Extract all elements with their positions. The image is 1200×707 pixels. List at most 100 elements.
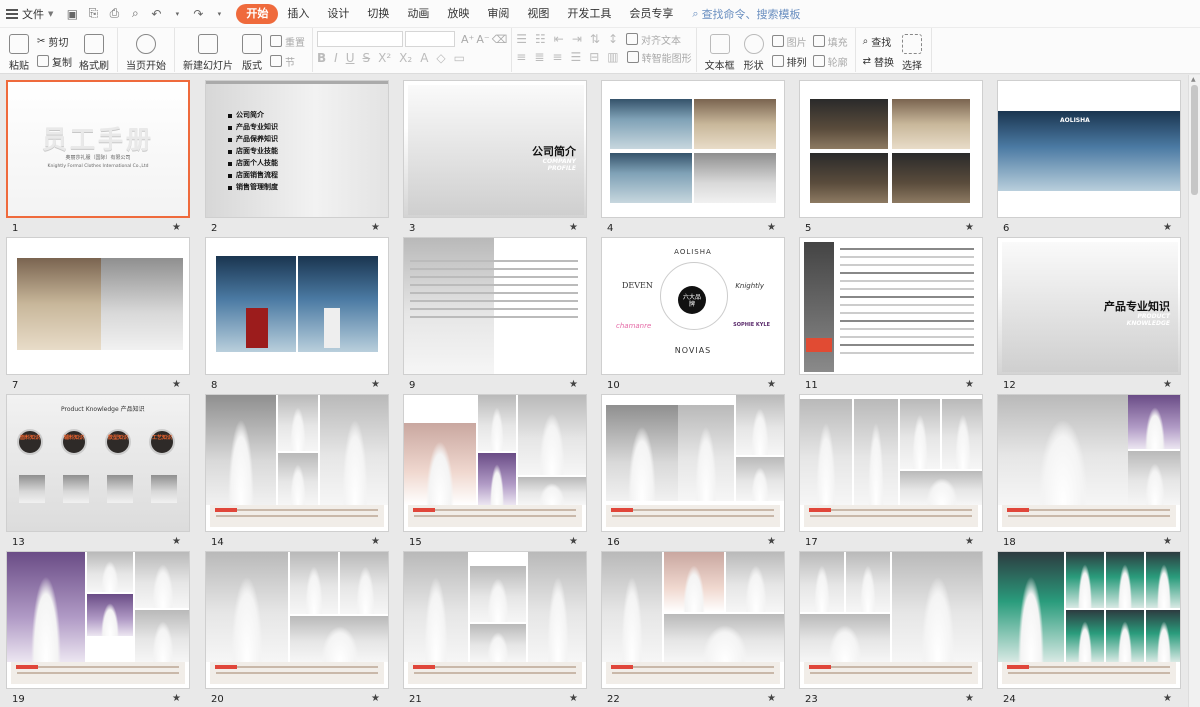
smartart-button[interactable]: 转智能图形 bbox=[626, 50, 692, 65]
slide-star-icon[interactable]: ★ bbox=[172, 379, 181, 390]
slide-star-icon[interactable]: ★ bbox=[371, 222, 380, 233]
justify-icon[interactable]: ☰ bbox=[570, 50, 581, 64]
undo-icon[interactable]: ↶ bbox=[147, 5, 165, 23]
save-icon[interactable]: ▣ bbox=[63, 5, 81, 23]
slide-thumbnail[interactable] bbox=[799, 237, 983, 375]
slide-thumbnail[interactable] bbox=[205, 551, 389, 689]
slide-thumbnail[interactable]: Product Knowledge 产品知识 面料知识 辅料知识 款型知识 工艺知识 bbox=[6, 394, 190, 532]
picture-button[interactable]: 图片 bbox=[771, 34, 807, 49]
columns-icon[interactable]: ▥ bbox=[607, 50, 618, 64]
numbering-icon[interactable]: ☷ bbox=[535, 32, 546, 46]
vertical-scrollbar[interactable]: ▲ bbox=[1188, 75, 1200, 707]
highlight-icon[interactable]: ◇ bbox=[436, 51, 445, 65]
undo-dropdown-icon[interactable]: ▾ bbox=[168, 5, 186, 23]
slide-star-icon[interactable]: ★ bbox=[767, 379, 776, 390]
tab-review[interactable]: 审阅 bbox=[478, 4, 518, 24]
slide-star-icon[interactable]: ★ bbox=[172, 693, 181, 704]
tab-home[interactable]: 开始 bbox=[236, 3, 279, 24]
arrange-button[interactable]: 排列 bbox=[771, 54, 807, 69]
clear-format-icon[interactable]: ⌫ bbox=[492, 33, 508, 46]
tab-developer[interactable]: 开发工具 bbox=[558, 4, 620, 24]
slide-star-icon[interactable]: ★ bbox=[1163, 379, 1172, 390]
tab-insert[interactable]: 插入 bbox=[278, 4, 318, 24]
distribute-icon[interactable]: ⊟ bbox=[589, 50, 599, 64]
slide-thumbnail[interactable] bbox=[601, 80, 785, 218]
font-size-field[interactable] bbox=[405, 31, 455, 47]
slide-star-icon[interactable]: ★ bbox=[569, 693, 578, 704]
slide-thumbnail[interactable]: 公司简介 COMPANY PROFILE bbox=[403, 80, 587, 218]
slide-star-icon[interactable]: ★ bbox=[371, 536, 380, 547]
slide-star-icon[interactable]: ★ bbox=[965, 379, 974, 390]
outline-button[interactable]: 轮廓 bbox=[812, 54, 848, 69]
slide-star-icon[interactable]: ★ bbox=[965, 222, 974, 233]
tab-design[interactable]: 设计 bbox=[318, 4, 358, 24]
slide-thumbnail[interactable] bbox=[403, 551, 587, 689]
command-search[interactable]: ⌕ 查找命令、搜索模板 bbox=[692, 6, 800, 22]
text-direction-icon[interactable]: ⇅ bbox=[590, 32, 600, 46]
print-icon[interactable]: ⎙ bbox=[105, 5, 123, 23]
slide-star-icon[interactable]: ★ bbox=[172, 222, 181, 233]
tab-slideshow[interactable]: 放映 bbox=[438, 4, 478, 24]
align-text-button[interactable]: 对齐文本 bbox=[626, 32, 681, 47]
slide-star-icon[interactable]: ★ bbox=[1163, 693, 1172, 704]
section-button[interactable]: 节 bbox=[270, 54, 305, 69]
slide-thumbnail[interactable]: 员工手册 奥丽莎礼服（国际）有限公司 Knightly Formal Clothes… bbox=[6, 80, 190, 218]
slide-star-icon[interactable]: ★ bbox=[371, 693, 380, 704]
cut-button[interactable]: ✂ 剪切 bbox=[37, 34, 72, 49]
redo-icon[interactable]: ↷ bbox=[189, 5, 207, 23]
align-right-icon[interactable]: ≡ bbox=[552, 50, 562, 64]
slide-thumbnail[interactable] bbox=[205, 237, 389, 375]
open-icon[interactable]: ⎘ bbox=[84, 5, 102, 23]
slide-star-icon[interactable]: ★ bbox=[767, 693, 776, 704]
scroll-thumb[interactable] bbox=[1191, 85, 1198, 195]
superscript-icon[interactable]: X² bbox=[378, 51, 391, 65]
paste-button[interactable]: 粘贴 bbox=[4, 30, 34, 74]
textbox-button[interactable]: 文本框 bbox=[701, 30, 739, 74]
align-center-icon[interactable]: ≣ bbox=[534, 50, 544, 64]
slide-thumbnail[interactable] bbox=[799, 80, 983, 218]
slide-thumbnail[interactable] bbox=[403, 394, 587, 532]
underline-icon[interactable]: U bbox=[346, 51, 355, 65]
subscript-icon[interactable]: X₂ bbox=[399, 51, 412, 65]
slide-thumbnail[interactable] bbox=[799, 551, 983, 689]
reset-button[interactable]: 重置 bbox=[270, 34, 305, 49]
slide-thumbnail[interactable]: 产品专业知识 PRODUCT KNOWLEDGE bbox=[997, 237, 1181, 375]
slide-star-icon[interactable]: ★ bbox=[767, 222, 776, 233]
slide-thumbnail[interactable]: 公司简介 产品专业知识 产品保养知识 店面专业技能 店面个人技能 店面销售流程 销售管理制度 bbox=[205, 80, 389, 218]
bold-icon[interactable]: B bbox=[317, 51, 326, 65]
preview-icon[interactable]: ⌕ bbox=[126, 5, 144, 23]
slide-star-icon[interactable]: ★ bbox=[172, 536, 181, 547]
slide-star-icon[interactable]: ★ bbox=[965, 536, 974, 547]
slide-thumbnail[interactable]: 六大品牌 AOLISHA NOVIAS DEVEN Knightly chamanre SO… bbox=[601, 237, 785, 375]
slide-thumbnail[interactable]: AOLISHA bbox=[997, 80, 1181, 218]
slide-thumbnail[interactable] bbox=[601, 551, 785, 689]
char-spacing-icon[interactable]: ▭ bbox=[454, 51, 465, 65]
slide-star-icon[interactable]: ★ bbox=[965, 693, 974, 704]
line-spacing-icon[interactable]: ↕ bbox=[608, 32, 618, 46]
slide-star-icon[interactable]: ★ bbox=[1163, 222, 1172, 233]
select-button[interactable]: 选择 bbox=[897, 30, 927, 74]
decrease-indent-icon[interactable]: ⇤ bbox=[554, 32, 564, 46]
new-slide-button[interactable]: 新建幻灯片 bbox=[179, 30, 237, 74]
format-painter-button[interactable]: 格式刷 bbox=[75, 30, 113, 74]
shapes-button[interactable]: 形状 bbox=[739, 30, 769, 74]
slide-star-icon[interactable]: ★ bbox=[1163, 536, 1172, 547]
slide-star-icon[interactable]: ★ bbox=[767, 536, 776, 547]
slide-thumbnail[interactable] bbox=[997, 394, 1181, 532]
slide-star-icon[interactable]: ★ bbox=[371, 379, 380, 390]
scroll-up-icon[interactable]: ▲ bbox=[1191, 76, 1196, 83]
italic-icon[interactable]: I bbox=[334, 51, 338, 65]
slide-star-icon[interactable]: ★ bbox=[569, 222, 578, 233]
more-icon[interactable]: ▾ bbox=[210, 5, 228, 23]
font-name-field[interactable] bbox=[317, 31, 403, 47]
slide-star-icon[interactable]: ★ bbox=[569, 379, 578, 390]
tab-member[interactable]: 会员专享 bbox=[620, 4, 682, 24]
align-left-icon[interactable]: ≡ bbox=[516, 50, 526, 64]
find-button[interactable]: ⌕ 查找 bbox=[863, 34, 894, 49]
slide-thumbnail[interactable] bbox=[799, 394, 983, 532]
tab-transitions[interactable]: 切换 bbox=[358, 4, 398, 24]
strikethrough-icon[interactable]: S bbox=[363, 51, 371, 65]
slide-thumbnail[interactable] bbox=[403, 237, 587, 375]
tab-view[interactable]: 视图 bbox=[518, 4, 558, 24]
copy-button[interactable]: 复制 bbox=[37, 54, 72, 69]
